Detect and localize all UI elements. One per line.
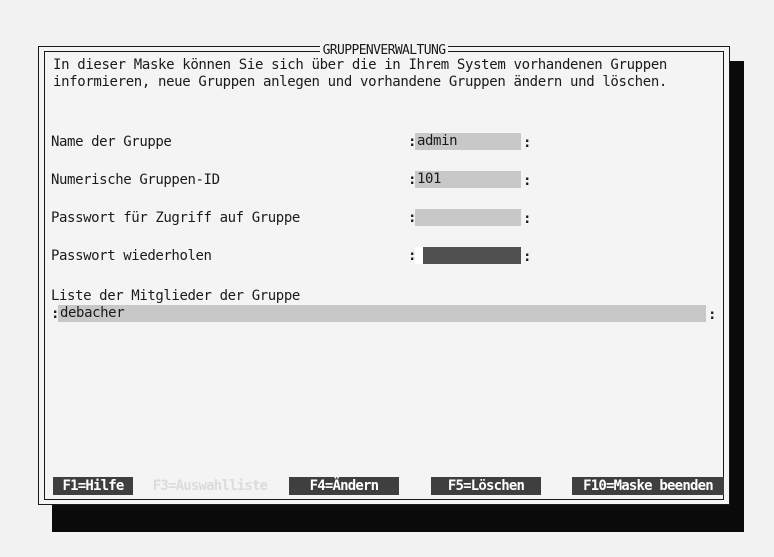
f3-select-list-button[interactable]: F3=Auswahlliste: [135, 477, 285, 495]
f1-help-button[interactable]: F1=Hilfe: [53, 477, 133, 495]
password-repeat-right-sep: :: [523, 249, 532, 265]
group-name-right-sep: :: [523, 135, 532, 151]
window-title: GRUPPENVERWALTUNG: [319, 43, 449, 58]
password-repeat-label: Passwort wiederholen: [51, 248, 212, 264]
group-admin-window: GRUPPENVERWALTUNG In dieser Maske können…: [38, 43, 733, 505]
group-name-label: Name der Gruppe: [51, 134, 172, 150]
intro-text: In dieser Maske können Sie sich über die…: [53, 57, 733, 91]
intro-line-1: In dieser Maske können Sie sich über die…: [53, 57, 667, 73]
password-right-sep: :: [523, 211, 532, 227]
password-label: Passwort für Zugriff auf Gruppe: [51, 210, 300, 226]
group-id-label: Numerische Gruppen-ID: [51, 172, 220, 188]
terminal-screen: GRUPPENVERWALTUNG In dieser Maske können…: [0, 0, 774, 557]
members-label: Liste der Mitglieder der Gruppe: [51, 288, 300, 304]
text-cursor: [415, 247, 423, 264]
f5-delete-button[interactable]: F5=Löschen: [431, 477, 541, 495]
password-repeat-field[interactable]: [423, 247, 521, 264]
group-id-field[interactable]: 101: [415, 171, 521, 188]
members-right-sep: :: [708, 307, 717, 323]
f10-quit-button[interactable]: F10=Maske beenden: [572, 477, 724, 495]
f4-change-button[interactable]: F4=Ändern: [289, 477, 399, 495]
members-field[interactable]: debacher: [58, 305, 706, 322]
password-field[interactable]: [415, 209, 521, 226]
window-frame: GRUPPENVERWALTUNG: [44, 43, 724, 500]
group-id-right-sep: :: [523, 173, 532, 189]
intro-line-2: informieren, neue Gruppen anlegen und vo…: [53, 74, 667, 90]
group-name-field[interactable]: admin: [415, 133, 521, 150]
